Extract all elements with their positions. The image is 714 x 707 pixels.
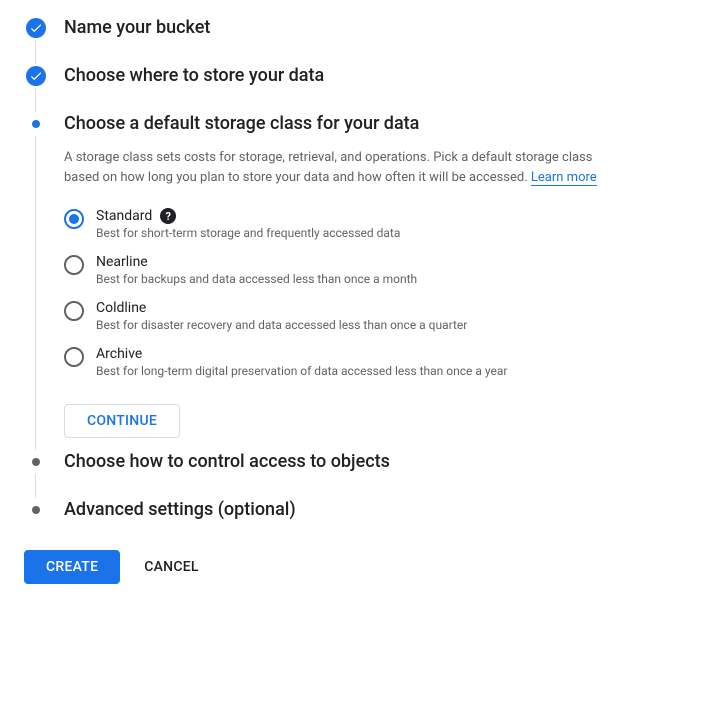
step-control-access[interactable]: Choose how to control access to objects — [24, 450, 690, 474]
connector — [35, 40, 690, 64]
radio-desc: Best for short-term storage and frequent… — [96, 226, 690, 240]
radio-label-row: Standard ? — [96, 208, 690, 224]
radio-content: Nearline Best for backups and data acces… — [96, 254, 690, 286]
radio-icon — [64, 209, 84, 229]
radio-desc: Best for disaster recovery and data acce… — [96, 318, 690, 332]
connector — [35, 474, 690, 498]
learn-more-link[interactable]: Learn more — [531, 170, 597, 186]
footer-actions: CREATE CANCEL — [24, 550, 690, 584]
radio-icon — [64, 301, 84, 321]
radio-icon — [64, 347, 84, 367]
step-title[interactable]: Choose how to control access to objects — [64, 450, 690, 474]
radio-label-row: Nearline — [96, 254, 690, 270]
radio-label: Coldline — [96, 300, 146, 316]
radio-option-archive[interactable]: Archive Best for long-term digital prese… — [64, 346, 690, 378]
step-storage-class-body: A storage class sets costs for storage, … — [24, 136, 690, 450]
step-title[interactable]: Name your bucket — [64, 16, 690, 40]
step-title[interactable]: Choose where to store your data — [64, 64, 690, 88]
radio-option-coldline[interactable]: Coldline Best for disaster recovery and … — [64, 300, 690, 332]
radio-label: Standard — [96, 208, 152, 224]
radio-desc: Best for backups and data accessed less … — [96, 272, 690, 286]
active-dot-icon — [24, 112, 48, 136]
description-text: A storage class sets costs for storage, … — [64, 150, 592, 185]
step-advanced-settings[interactable]: Advanced settings (optional) — [24, 498, 690, 522]
pending-dot-icon — [24, 450, 48, 474]
radio-label-row: Coldline — [96, 300, 690, 316]
storage-class-radio-group: Standard ? Best for short-term storage a… — [64, 208, 690, 378]
step-title[interactable]: Advanced settings (optional) — [64, 498, 690, 522]
radio-label: Archive — [96, 346, 142, 362]
cancel-button[interactable]: CANCEL — [144, 559, 198, 575]
continue-button[interactable]: CONTINUE — [64, 404, 180, 438]
step-name-bucket[interactable]: Name your bucket — [24, 16, 690, 40]
radio-label: Nearline — [96, 254, 148, 270]
step-storage-class: Choose a default storage class for your … — [24, 112, 690, 136]
radio-desc: Best for long-term digital preservation … — [96, 364, 690, 378]
radio-option-standard[interactable]: Standard ? Best for short-term storage a… — [64, 208, 690, 240]
connector — [35, 88, 690, 112]
step-description: A storage class sets costs for storage, … — [64, 148, 624, 188]
pending-dot-icon — [24, 498, 48, 522]
check-icon — [24, 64, 48, 88]
stepper: Name your bucket Choose where to store y… — [24, 16, 690, 522]
radio-icon — [64, 255, 84, 275]
radio-content: Standard ? Best for short-term storage a… — [96, 208, 690, 240]
step-choose-location[interactable]: Choose where to store your data — [24, 64, 690, 88]
step-title[interactable]: Choose a default storage class for your … — [64, 112, 690, 136]
help-icon[interactable]: ? — [160, 208, 176, 224]
radio-content: Coldline Best for disaster recovery and … — [96, 300, 690, 332]
create-button[interactable]: CREATE — [24, 550, 120, 584]
radio-option-nearline[interactable]: Nearline Best for backups and data acces… — [64, 254, 690, 286]
check-icon — [24, 16, 48, 40]
radio-label-row: Archive — [96, 346, 690, 362]
radio-content: Archive Best for long-term digital prese… — [96, 346, 690, 378]
